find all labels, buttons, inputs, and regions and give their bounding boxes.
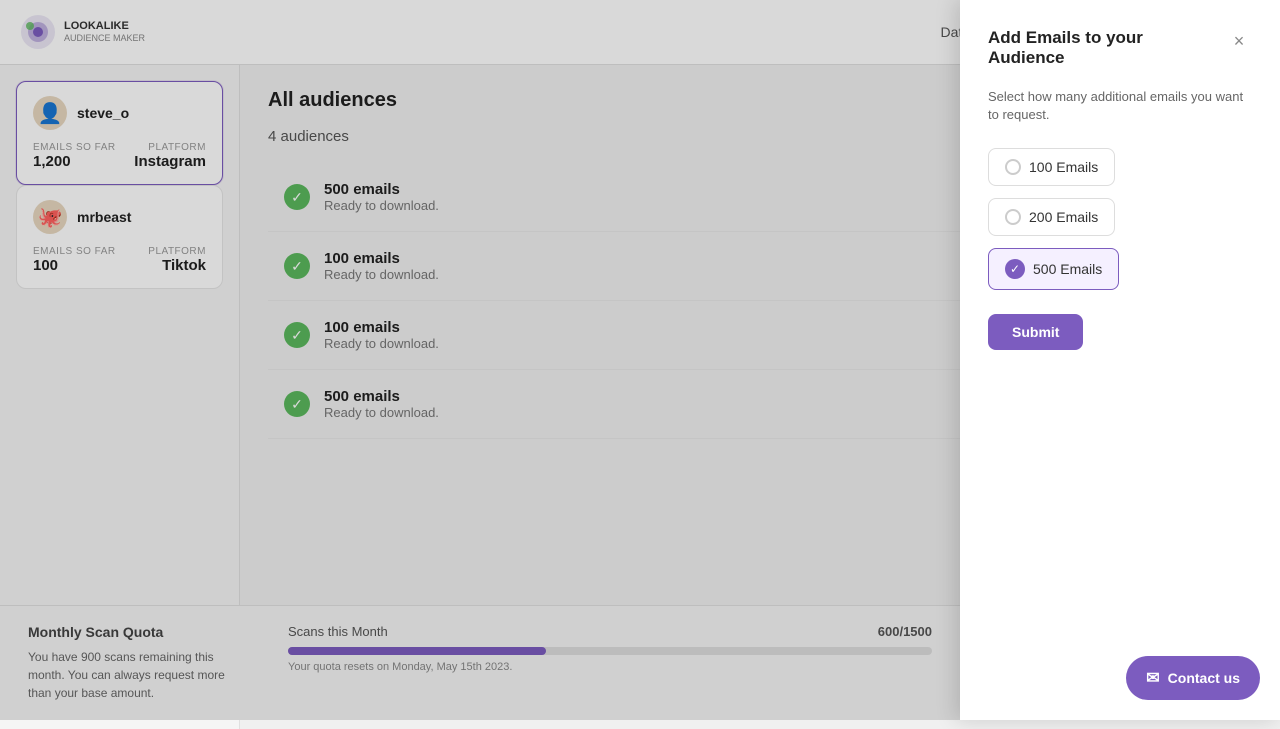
- email-option-100-emails[interactable]: 100 Emails: [988, 148, 1115, 186]
- modal-panel: Add Emails to your Audience × Select how…: [960, 0, 1280, 720]
- email-option-500-emails[interactable]: ✓ 500 Emails: [988, 248, 1119, 290]
- modal-header: Add Emails to your Audience ×: [988, 28, 1252, 68]
- submit-button[interactable]: Submit: [988, 314, 1083, 350]
- message-icon: ✉: [1146, 668, 1159, 688]
- radio-circle: [1005, 209, 1021, 225]
- radio-circle: [1005, 159, 1021, 175]
- email-option-label: 500 Emails: [1033, 261, 1102, 277]
- email-option-label: 100 Emails: [1029, 159, 1098, 175]
- email-option-label: 200 Emails: [1029, 209, 1098, 225]
- email-options: 100 Emails 200 Emails ✓ 500 Emails: [988, 148, 1252, 290]
- email-option-200-emails[interactable]: 200 Emails: [988, 198, 1115, 236]
- modal-close-button[interactable]: ×: [1226, 28, 1252, 54]
- contact-us-button[interactable]: ✉ Contact us: [1126, 656, 1260, 700]
- modal-title: Add Emails to your Audience: [988, 28, 1226, 68]
- modal-description: Select how many additional emails you wa…: [988, 88, 1252, 124]
- radio-check-icon: ✓: [1005, 259, 1025, 279]
- contact-us-label: Contact us: [1168, 670, 1240, 686]
- modal-overlay: [0, 0, 960, 720]
